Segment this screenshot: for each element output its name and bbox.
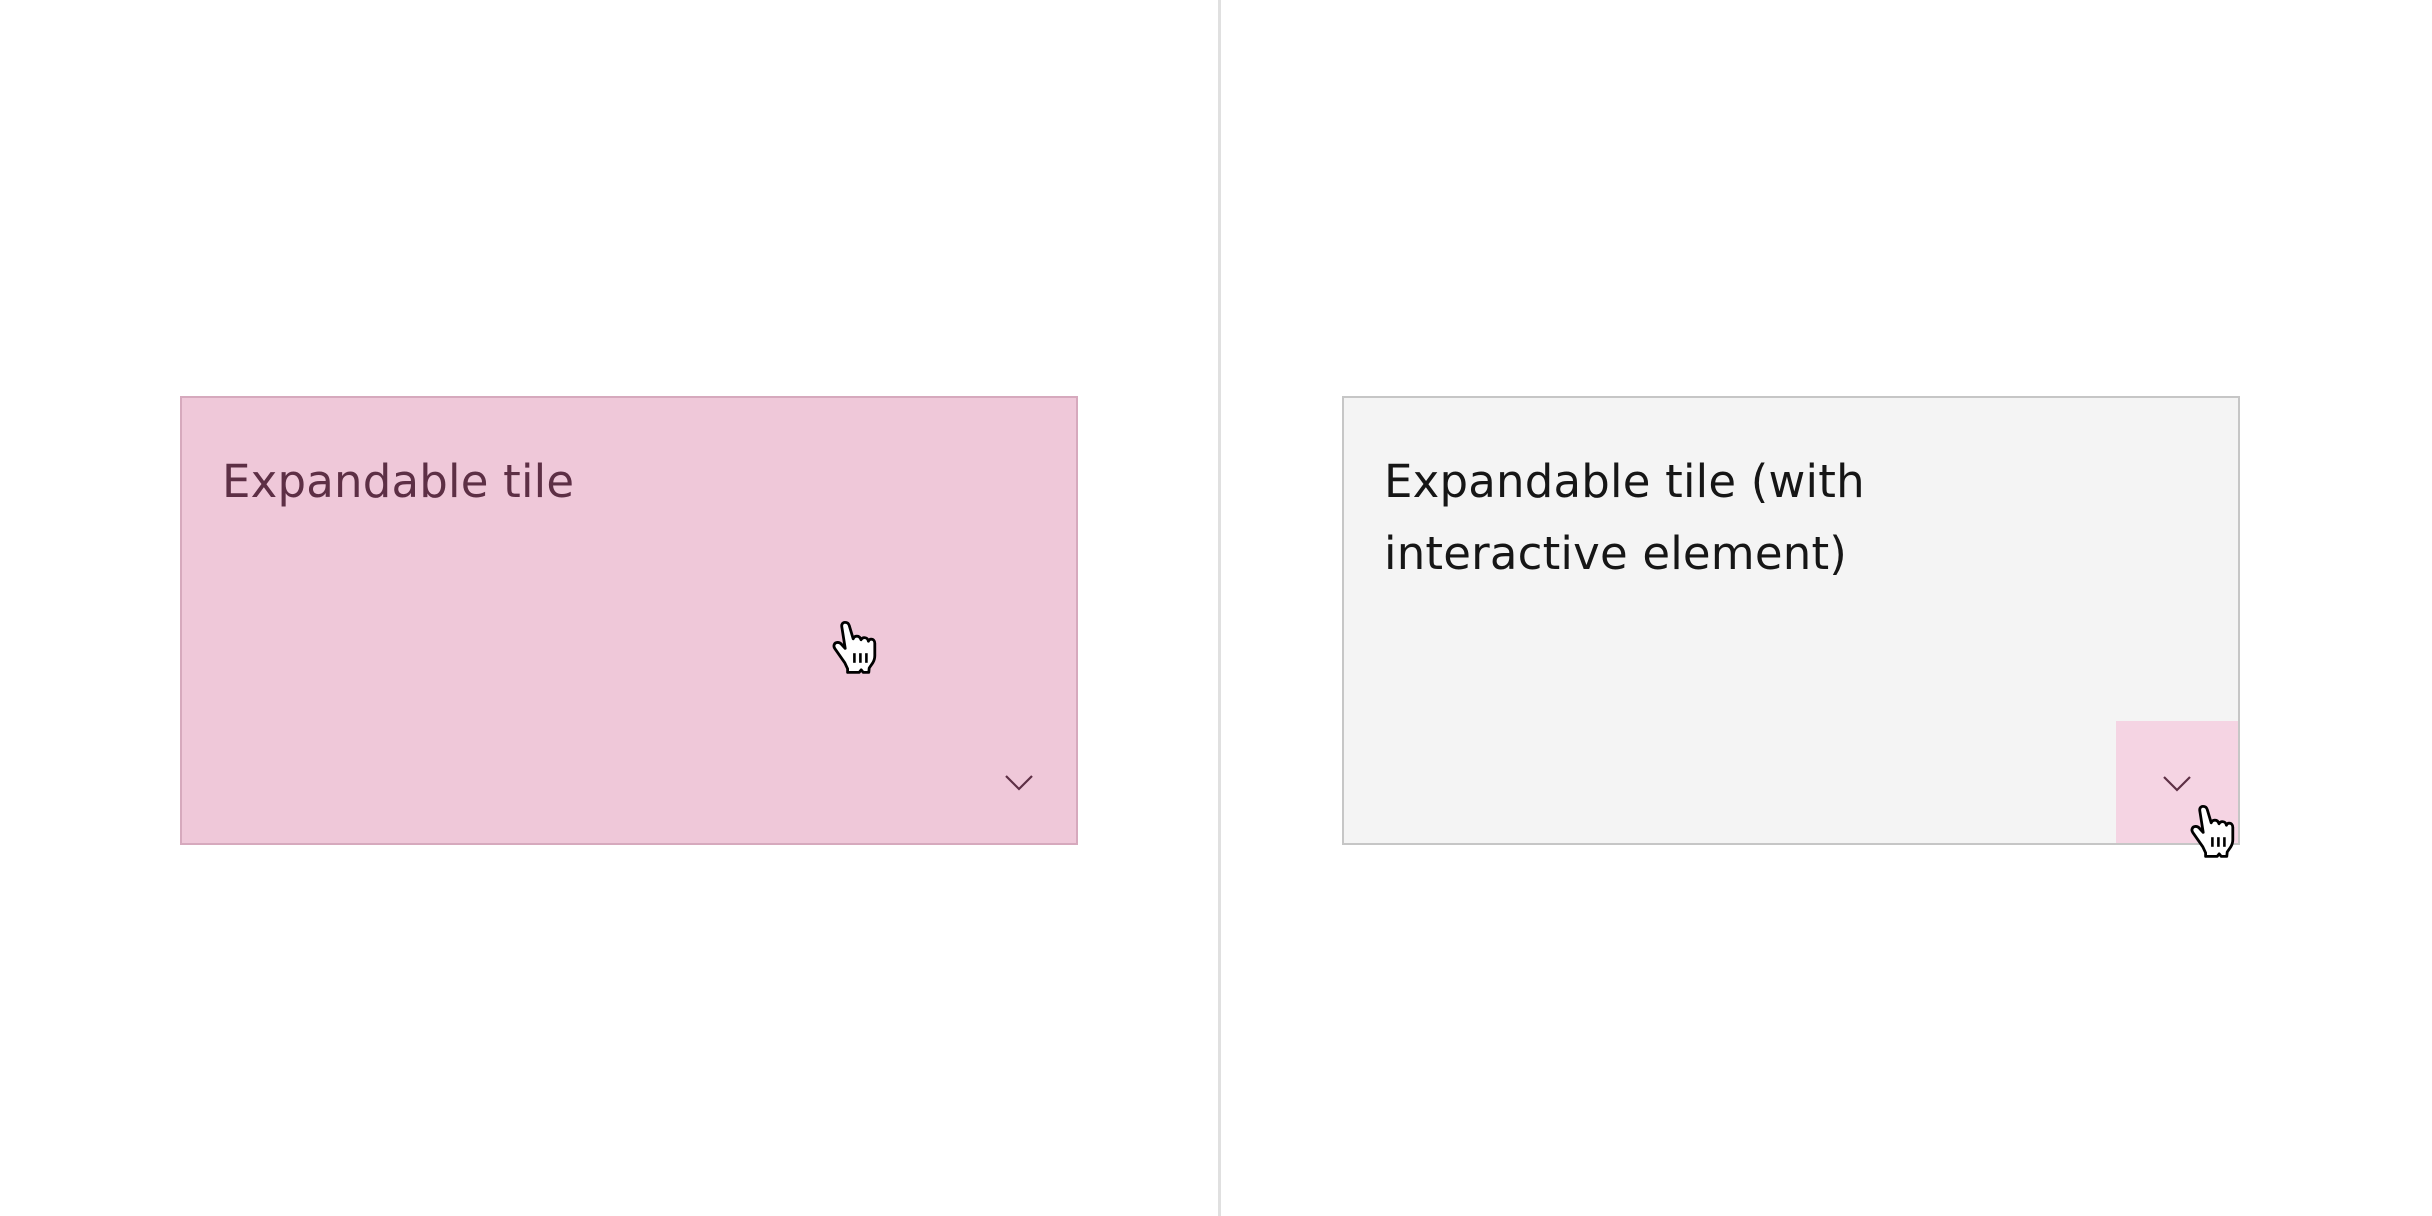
tile-title: Expandable tile (with interactive elemen… xyxy=(1384,455,1865,580)
panel-divider xyxy=(1218,0,1221,1216)
expandable-tile[interactable]: Expandable tile xyxy=(180,396,1078,845)
hand-pointer-icon xyxy=(832,621,877,674)
chevron-down-icon xyxy=(2163,776,2191,792)
expandable-tile-with-interactive-element: Expandable tile (with interactive elemen… xyxy=(1342,396,2240,845)
chevron-down-icon xyxy=(1005,775,1033,791)
tile-title: Expandable tile xyxy=(222,455,575,508)
hand-pointer-icon xyxy=(2190,805,2235,858)
